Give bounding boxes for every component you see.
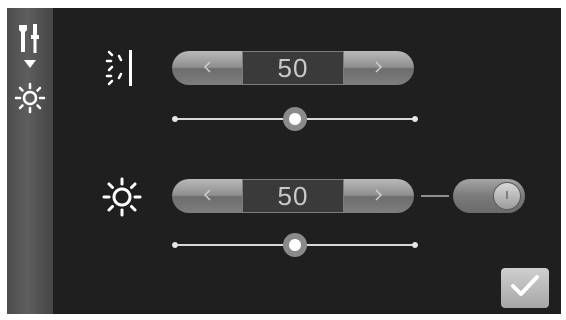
row1-stepper: 50 <box>172 51 414 85</box>
row2-increase-button[interactable] <box>344 179 414 213</box>
slider-min-dot <box>172 242 178 248</box>
row1-value: 50 <box>242 51 344 85</box>
slider-thumb[interactable] <box>283 233 307 257</box>
toggle-knob[interactable] <box>493 182 521 210</box>
row1-slider[interactable] <box>172 107 418 131</box>
chevron-left-icon <box>202 187 212 206</box>
checkmark-icon <box>510 274 540 302</box>
row2-slider[interactable] <box>172 233 418 257</box>
toggle-connector <box>421 195 449 197</box>
row2-stepper: 50 <box>172 179 414 213</box>
sidebar <box>7 8 53 314</box>
confirm-button[interactable] <box>501 268 549 308</box>
slider-max-dot <box>412 242 418 248</box>
row2-decrease-button[interactable] <box>172 179 242 213</box>
row1-increase-button[interactable] <box>344 51 414 85</box>
row1-decrease-button[interactable] <box>172 51 242 85</box>
tools-icon[interactable] <box>7 22 53 56</box>
chevron-right-icon <box>374 59 384 78</box>
slider-max-dot <box>412 116 418 122</box>
brightness-icon[interactable] <box>7 82 53 114</box>
chevron-left-icon <box>202 59 212 78</box>
contrast-edge-icon <box>103 48 139 88</box>
brightness-icon <box>101 176 143 218</box>
dropdown-arrow-icon[interactable] <box>7 60 53 70</box>
slider-thumb[interactable] <box>283 107 307 131</box>
chevron-right-icon <box>374 187 384 206</box>
screen: 50 50 <box>7 8 561 314</box>
row2-toggle[interactable] <box>453 179 525 213</box>
row2-value: 50 <box>242 179 344 213</box>
slider-min-dot <box>172 116 178 122</box>
